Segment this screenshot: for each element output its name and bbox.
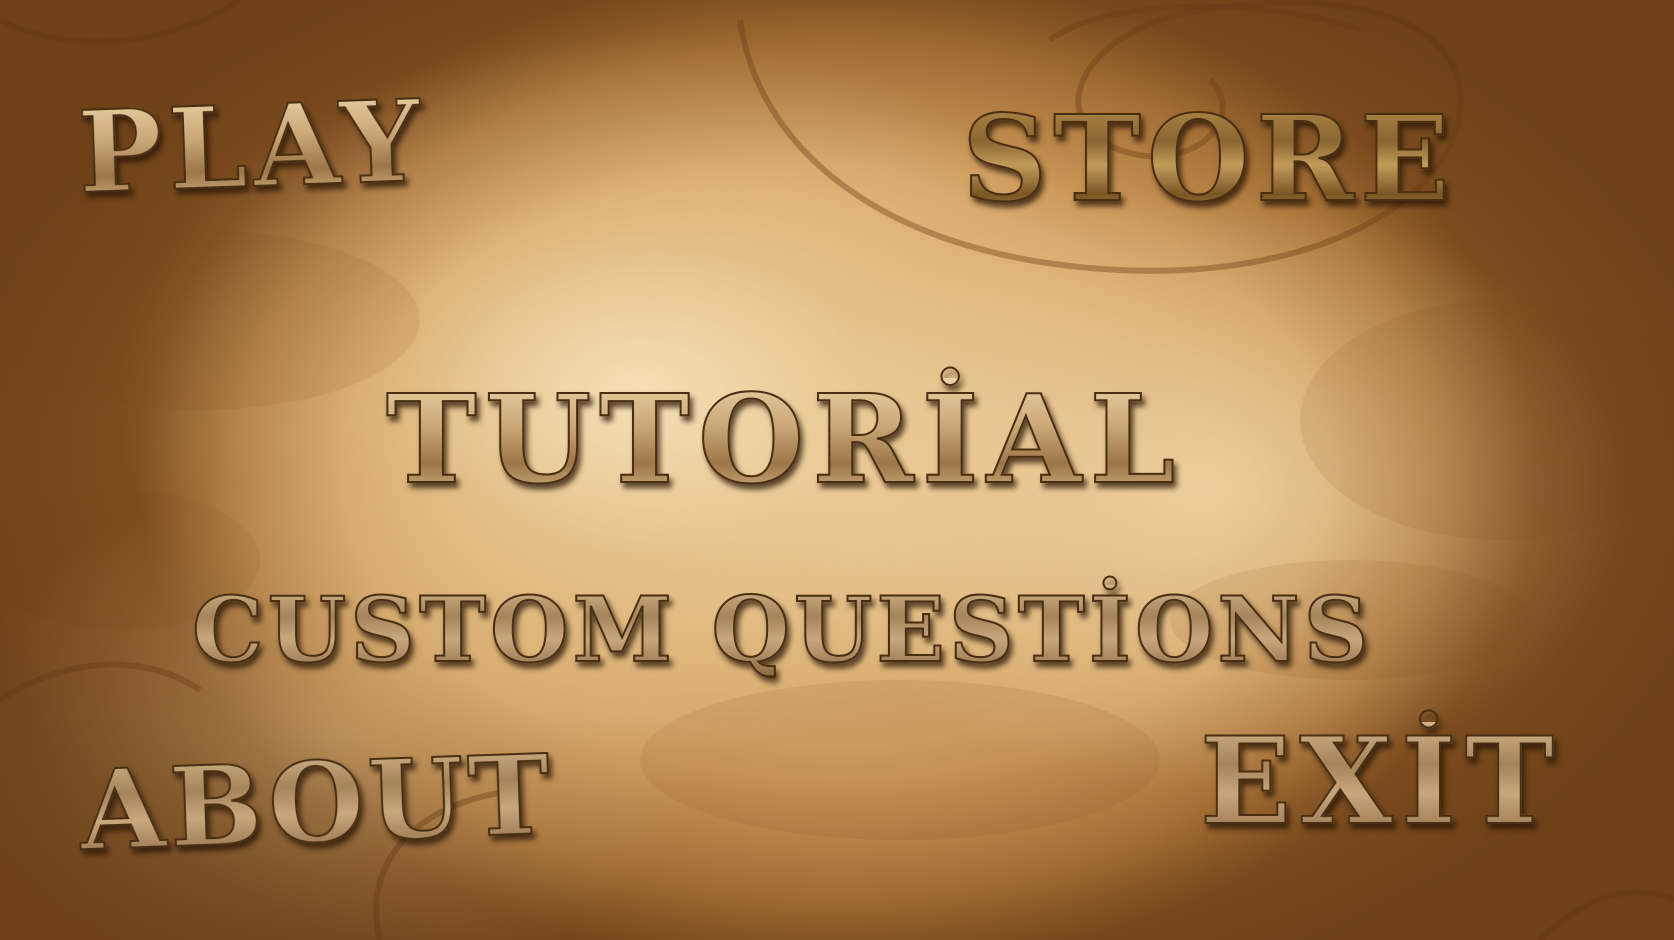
exit-button[interactable]: EXİT xyxy=(1199,721,1562,843)
store-button[interactable]: STORE xyxy=(961,99,1456,219)
main-menu-screen: PLAY STORE TUTORİAL CUSTOM QUESTİONS ABO… xyxy=(0,0,1674,940)
tutorial-button[interactable]: TUTORİAL xyxy=(385,377,1183,501)
play-button[interactable]: PLAY xyxy=(75,75,430,220)
custom-questions-button[interactable]: CUSTOM QUESTİONS xyxy=(191,584,1373,676)
about-button[interactable]: ABOUT xyxy=(77,729,557,876)
